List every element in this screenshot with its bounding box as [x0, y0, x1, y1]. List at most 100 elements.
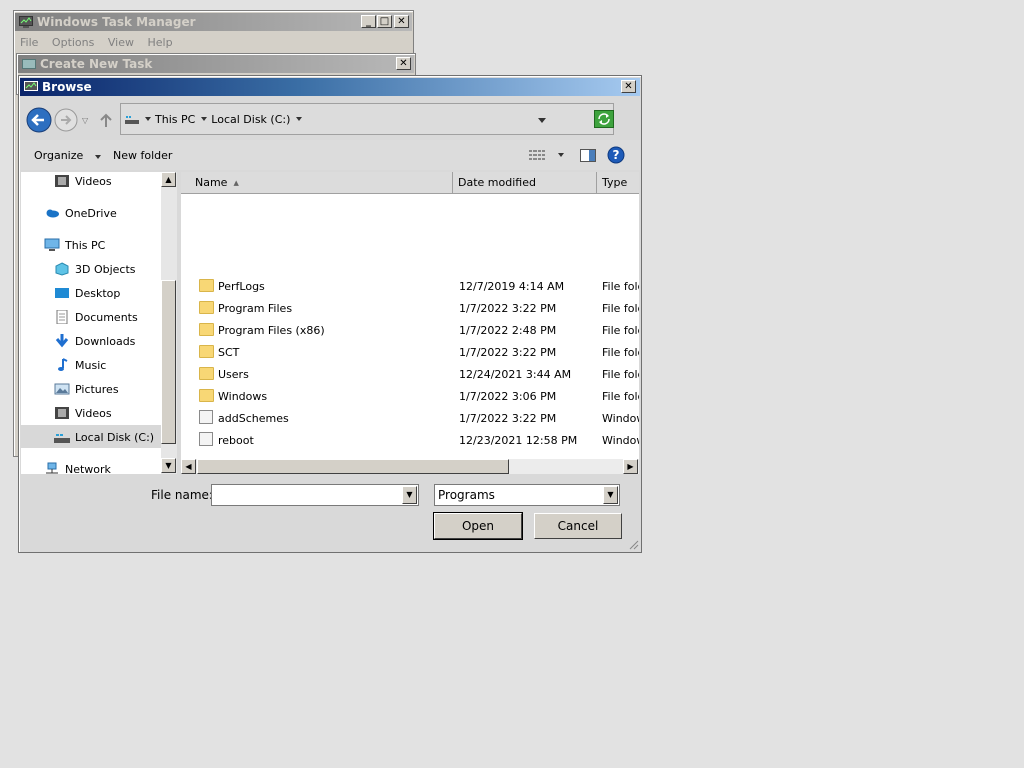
back-button[interactable] [25, 106, 53, 134]
file-row[interactable]: reboot 12/23/2021 12:58 PM Window [181, 430, 639, 452]
new-folder-button[interactable]: New folder [113, 149, 172, 162]
nav-label: Desktop [75, 286, 121, 300]
breadcrumb-local-disk[interactable]: Local Disk (C:) [211, 113, 290, 126]
file-name: SCT [218, 346, 240, 359]
this-pc-icon [44, 238, 60, 251]
nav-item-this-pc[interactable]: This PC [44, 234, 105, 256]
3d-objects-icon [55, 262, 69, 276]
file-name-field[interactable]: ▼ [211, 484, 419, 506]
downloads-icon [55, 334, 69, 348]
file-name-dropdown-button[interactable]: ▼ [402, 486, 417, 504]
file-row[interactable]: PerfLogs 12/7/2019 4:14 AM File fold [181, 276, 639, 298]
folder-icon [199, 367, 214, 380]
view-options-icon[interactable] [529, 150, 545, 161]
breadcrumb-chevron-icon[interactable] [145, 117, 151, 121]
create-task-titlebar[interactable]: Create New Task [18, 55, 414, 73]
scroll-down-button[interactable]: ▼ [161, 458, 176, 473]
nav-scrollbar[interactable]: ▲ ▼ [161, 172, 177, 474]
help-icon[interactable]: ? [607, 146, 625, 164]
preview-pane-icon[interactable] [580, 149, 596, 162]
maximize-button[interactable]: □ [377, 15, 392, 28]
file-row[interactable]: Users 12/24/2021 3:44 AM File fold [181, 364, 639, 386]
script-file-icon [199, 432, 213, 446]
breadcrumb-chevron-icon[interactable] [296, 117, 303, 121]
file-row[interactable]: Program Files (x86) 1/7/2022 2:48 PM Fil… [181, 320, 639, 342]
file-row[interactable]: SCT 1/7/2022 3:22 PM File fold [181, 342, 639, 364]
breadcrumb-chevron-icon[interactable] [201, 117, 208, 121]
organize-button[interactable]: Organize [34, 149, 105, 162]
scroll-thumb[interactable] [161, 280, 176, 444]
file-date: 1/7/2022 3:22 PM [459, 302, 557, 315]
menu-view[interactable]: View [108, 36, 134, 49]
file-type-dropdown-button[interactable]: ▼ [603, 486, 618, 504]
file-name: Program Files [218, 302, 293, 315]
resize-grip-icon[interactable] [627, 538, 639, 550]
file-row[interactable]: addSchemes 1/7/2022 3:22 PM Window [181, 408, 639, 430]
drive-icon [125, 116, 139, 124]
nav-item-network[interactable]: Network [44, 458, 111, 474]
scroll-up-button[interactable]: ▲ [161, 172, 176, 187]
browse-titlebar[interactable]: Browse [20, 78, 640, 96]
nav-item-videos[interactable]: Videos [54, 402, 112, 424]
nav-item-desktop[interactable]: Desktop [54, 282, 120, 304]
column-header-name[interactable]: Name ▲ [181, 172, 453, 194]
task-manager-titlebar[interactable]: Windows Task Manager [15, 13, 412, 31]
file-name: PerfLogs [218, 280, 265, 293]
folder-icon [199, 301, 214, 314]
cancel-button[interactable]: Cancel [534, 513, 622, 539]
file-name: reboot [218, 434, 254, 447]
nav-item-documents[interactable]: Documents [54, 306, 138, 328]
column-header-date[interactable]: Date modified [453, 172, 597, 194]
column-header-type[interactable]: Type [597, 172, 639, 194]
create-task-close-button[interactable]: ✕ [396, 57, 411, 70]
scroll-right-button[interactable]: ▶ [623, 459, 638, 474]
nav-item-local-disk[interactable]: Local Disk (C:) [54, 426, 154, 448]
script-file-icon [199, 410, 213, 424]
view-dropdown-icon[interactable] [558, 153, 564, 157]
nav-item-onedrive[interactable]: OneDrive [44, 202, 117, 224]
menu-options[interactable]: Options [52, 36, 94, 49]
menu-file[interactable]: File [20, 36, 38, 49]
open-button[interactable]: Open [433, 512, 523, 540]
nav-item-music[interactable]: Music [54, 354, 106, 376]
nav-label: OneDrive [65, 206, 117, 220]
nav-item-downloads[interactable]: Downloads [54, 330, 135, 352]
hscroll-thumb[interactable] [197, 459, 509, 474]
svg-text:?: ? [613, 148, 620, 162]
file-type-select[interactable]: Programs ▼ [434, 484, 620, 506]
menu-help[interactable]: Help [147, 36, 172, 49]
file-row[interactable]: Program Files 1/7/2022 3:22 PM File fold [181, 298, 639, 320]
file-type: Window [602, 434, 639, 447]
file-list-hscrollbar[interactable]: ◀ ▶ [181, 459, 639, 474]
file-name: Windows [218, 390, 268, 403]
recent-locations-chevron-icon[interactable]: ▽ [82, 116, 88, 125]
task-manager-title: Windows Task Manager [37, 15, 196, 29]
task-manager-icon [19, 16, 33, 28]
refresh-button[interactable] [594, 110, 614, 128]
file-type: Window [602, 412, 639, 425]
address-bar[interactable]: This PC Local Disk (C:) [120, 103, 614, 135]
column-type-label: Type [602, 176, 628, 189]
breadcrumb-this-pc[interactable]: This PC [155, 113, 195, 126]
organize-dropdown-icon [94, 155, 101, 159]
nav-label: Local Disk (C:) [75, 430, 155, 444]
task-manager-menubar: File Options View Help [20, 36, 183, 49]
drive-icon [54, 434, 70, 443]
videos-icon [55, 175, 69, 187]
nav-item-pictures[interactable]: Pictures [54, 378, 119, 400]
browse-close-button[interactable]: ✕ [621, 80, 636, 93]
address-dropdown-icon[interactable] [538, 118, 546, 123]
file-date: 12/7/2019 4:14 AM [459, 280, 565, 293]
close-button[interactable]: ✕ [394, 15, 409, 28]
nav-item-videos-top[interactable]: Videos [54, 172, 112, 192]
minimize-button[interactable]: _ [361, 15, 376, 28]
forward-button[interactable] [53, 107, 81, 133]
file-list: Name ▲ Date modified Type PerfLogs 12/7/… [181, 172, 639, 474]
file-name: addSchemes [218, 412, 289, 425]
nav-label: Downloads [75, 334, 136, 348]
up-button[interactable] [99, 112, 113, 128]
file-row[interactable]: Windows 1/7/2022 3:06 PM File fold [181, 386, 639, 408]
scroll-left-button[interactable]: ◀ [181, 459, 196, 474]
nav-item-3d-objects[interactable]: 3D Objects [54, 258, 136, 280]
organize-label: Organize [34, 149, 84, 162]
